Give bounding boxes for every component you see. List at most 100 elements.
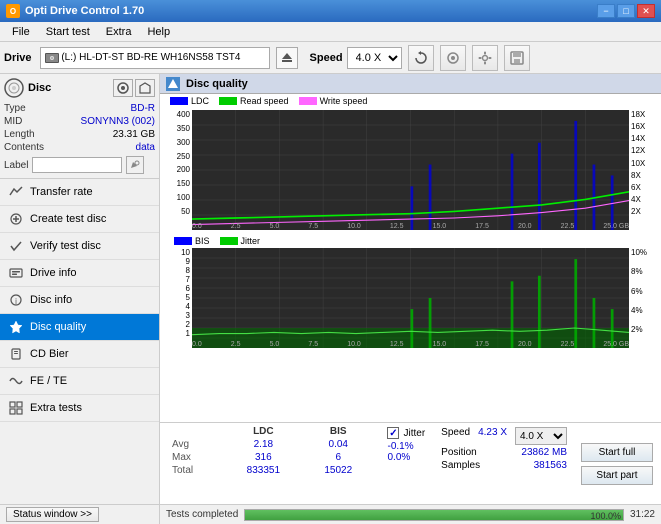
settings-button[interactable] bbox=[472, 45, 498, 71]
chart2-y-left: 10 9 8 7 6 5 4 3 2 1 bbox=[164, 248, 192, 334]
speed-stat-select[interactable]: 4.0 X bbox=[515, 427, 567, 445]
nav-disc-quality-label: Disc quality bbox=[30, 321, 86, 333]
avg-row-label: Avg bbox=[164, 438, 224, 451]
status-text: Tests completed bbox=[166, 509, 238, 520]
toolbar: Drive (L:) HL-DT-ST BD-RE WH16NS58 TST4 … bbox=[0, 42, 661, 74]
status-window-button[interactable]: Status window >> bbox=[6, 507, 99, 522]
nav-fe-te[interactable]: FE / TE bbox=[0, 368, 159, 395]
drive-value: (L:) HL-DT-ST BD-RE WH16NS58 TST4 bbox=[61, 52, 240, 63]
chart2-area: 10 9 8 7 6 5 4 3 2 1 10% 8% 6% 4% bbox=[164, 248, 657, 348]
type-value: BD-R bbox=[131, 103, 155, 114]
chart2-legend: BIS Jitter bbox=[164, 234, 657, 248]
nav-transfer-rate[interactable]: Transfer rate bbox=[0, 179, 159, 206]
charts-container: 400 350 300 250 200 150 100 50 18X 16X 1… bbox=[160, 108, 661, 422]
speed-stats: Speed 4.23 X 4.0 X Position 23862 MB Sam… bbox=[439, 425, 569, 502]
write-speed-legend-color bbox=[299, 97, 317, 105]
start-full-button[interactable]: Start full bbox=[581, 443, 653, 462]
drive-label: Drive bbox=[4, 52, 32, 64]
speed-select[interactable]: 4.0 X 2.0 X 1.0 X bbox=[347, 47, 402, 69]
disc-icon-btn1[interactable] bbox=[113, 79, 133, 97]
bis-legend-color bbox=[174, 237, 192, 245]
nav-cd-bier[interactable]: CD Bier bbox=[0, 341, 159, 368]
extra-tests-icon bbox=[8, 400, 24, 416]
write-speed-legend-label: Write speed bbox=[320, 96, 368, 106]
chart2-x-axis: 0.0 2.5 5.0 7.5 10.0 12.5 15.0 17.5 20.0… bbox=[192, 341, 629, 348]
close-button[interactable]: ✕ bbox=[637, 4, 655, 18]
disc-panel-icon bbox=[4, 78, 24, 98]
stats-table: LDC BIS Avg 2.18 0.04 Max 316 6 Total bbox=[164, 425, 373, 502]
start-part-button[interactable]: Start part bbox=[581, 466, 653, 485]
label-label: Label bbox=[4, 160, 28, 171]
nav-extra-tests[interactable]: Extra tests bbox=[0, 395, 159, 422]
disc-section-title: Disc bbox=[28, 82, 51, 94]
avg-jitter: -0.1% bbox=[387, 439, 413, 452]
label-button[interactable] bbox=[126, 156, 144, 174]
refresh-button[interactable] bbox=[408, 45, 434, 71]
nav-drive-info-label: Drive info bbox=[30, 267, 76, 279]
mid-label: MID bbox=[4, 116, 22, 127]
app-icon: O bbox=[6, 4, 20, 18]
nav-drive-info[interactable]: Drive info bbox=[0, 260, 159, 287]
cd-bier-icon bbox=[8, 346, 24, 362]
speed-stat-value: 4.23 X bbox=[478, 427, 507, 445]
jitter-checkbox[interactable]: ✓ bbox=[387, 427, 399, 439]
mid-value: SONYNN3 (002) bbox=[81, 116, 155, 127]
menu-help[interactable]: Help bbox=[139, 24, 178, 40]
contents-label: Contents bbox=[4, 142, 44, 153]
menu-start-test[interactable]: Start test bbox=[38, 24, 98, 40]
bis-col-header: BIS bbox=[303, 425, 373, 438]
action-buttons: Start full Start part bbox=[577, 425, 657, 502]
app-title: Opti Drive Control 1.70 bbox=[25, 5, 144, 17]
type-label: Type bbox=[4, 103, 26, 114]
maximize-button[interactable]: □ bbox=[617, 4, 635, 18]
progress-fill bbox=[245, 510, 623, 520]
label-input[interactable] bbox=[32, 157, 122, 173]
chart2-y-right: 10% 8% 6% 4% 2% bbox=[629, 248, 657, 334]
menu-bar: File Start test Extra Help bbox=[0, 22, 661, 42]
nav-verify-test-disc[interactable]: Verify test disc bbox=[0, 233, 159, 260]
nav-cd-bier-label: CD Bier bbox=[30, 348, 69, 360]
minimize-button[interactable]: − bbox=[597, 4, 615, 18]
eject-button[interactable] bbox=[276, 47, 298, 69]
drive-selector[interactable]: (L:) HL-DT-ST BD-RE WH16NS58 TST4 bbox=[40, 47, 270, 69]
position-value: 23862 MB bbox=[521, 447, 567, 458]
bis-legend-label: BIS bbox=[195, 236, 210, 246]
chart1-legend: LDC Read speed Write speed bbox=[160, 94, 661, 108]
jitter-legend-color bbox=[220, 237, 238, 245]
chart1-y-right: 18X 16X 14X 12X 10X 8X 6X 4X 2X bbox=[629, 110, 657, 216]
samples-label: Samples bbox=[441, 460, 480, 471]
nav-verify-test-disc-label: Verify test disc bbox=[30, 240, 101, 252]
bottom-bar: Tests completed 100.0% 31:22 bbox=[160, 504, 661, 524]
total-row-label: Total bbox=[164, 464, 224, 477]
svg-text:i: i bbox=[15, 297, 17, 306]
verify-test-disc-icon bbox=[8, 238, 24, 254]
menu-extra[interactable]: Extra bbox=[98, 24, 140, 40]
progress-bar: 100.0% bbox=[244, 509, 624, 521]
media-button[interactable] bbox=[440, 45, 466, 71]
disc-panel: Disc Type BD-R MID SONYNN3 (002) bbox=[0, 74, 159, 179]
disc-icon-btn2[interactable] bbox=[135, 79, 155, 97]
read-speed-legend-label: Read speed bbox=[240, 96, 289, 106]
max-ldc: 316 bbox=[224, 451, 303, 464]
jitter-legend-label: Jitter bbox=[241, 236, 261, 246]
save-button[interactable] bbox=[504, 45, 530, 71]
ldc-col-header: LDC bbox=[224, 425, 303, 438]
time-display: 31:22 bbox=[630, 509, 655, 520]
ldc-legend-color bbox=[170, 97, 188, 105]
disc-info-icon: i bbox=[8, 292, 24, 308]
samples-value: 381563 bbox=[534, 460, 567, 471]
nav-disc-info-label: Disc info bbox=[30, 294, 72, 306]
drive-info-icon bbox=[8, 265, 24, 281]
nav-create-test-disc-label: Create test disc bbox=[30, 213, 106, 225]
read-speed-legend-color bbox=[219, 97, 237, 105]
jitter-section: ✓ Jitter -0.1% 0.0% bbox=[381, 425, 431, 502]
avg-ldc: 2.18 bbox=[224, 438, 303, 451]
nav-disc-info[interactable]: i Disc info bbox=[0, 287, 159, 314]
title-bar: O Opti Drive Control 1.70 − □ ✕ bbox=[0, 0, 661, 22]
menu-file[interactable]: File bbox=[4, 24, 38, 40]
nav-create-test-disc[interactable]: Create test disc bbox=[0, 206, 159, 233]
jitter-label: Jitter bbox=[403, 428, 425, 439]
nav-disc-quality[interactable]: Disc quality bbox=[0, 314, 159, 341]
nav-extra-tests-label: Extra tests bbox=[30, 402, 82, 414]
nav-transfer-rate-label: Transfer rate bbox=[30, 186, 93, 198]
